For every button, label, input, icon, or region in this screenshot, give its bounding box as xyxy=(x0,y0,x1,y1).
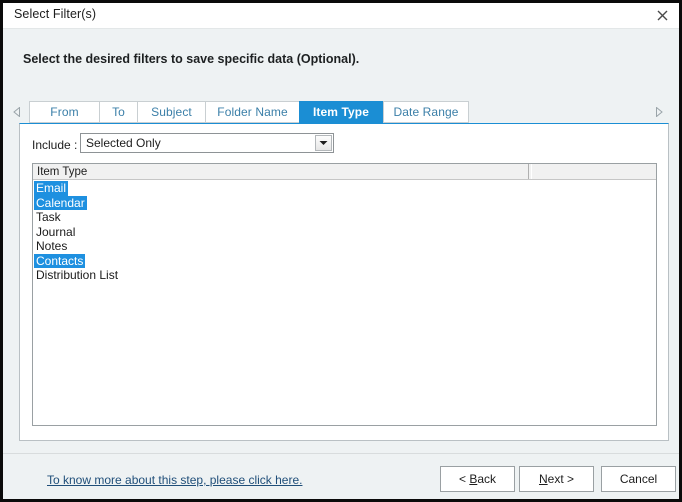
tab-subject[interactable]: Subject xyxy=(137,101,205,123)
back-button-label: < Back xyxy=(458,472,497,486)
list-item-label: Contacts xyxy=(34,253,86,268)
title-bar: Select Filter(s) xyxy=(3,3,679,29)
list-item[interactable]: Notes xyxy=(33,239,656,254)
filter-panel: Include : Selected Only Item Type Email … xyxy=(19,123,669,441)
include-label: Include : xyxy=(32,138,78,152)
include-selected-value: Selected Only xyxy=(86,136,161,150)
next-button[interactable]: Next > xyxy=(519,466,594,492)
list-item[interactable]: Calendar xyxy=(33,195,656,210)
window-title: Select Filter(s) xyxy=(14,7,97,21)
tab-label: From xyxy=(50,105,79,119)
cancel-button[interactable]: Cancel xyxy=(601,466,676,492)
tab-label: To xyxy=(112,105,125,119)
tab-folder-name[interactable]: Folder Name xyxy=(205,101,299,123)
tab-list: From To Subject Folder Name Item Type Da… xyxy=(29,101,469,123)
tab-from[interactable]: From xyxy=(29,101,99,123)
column-header-blank[interactable] xyxy=(531,164,656,179)
tab-label: Item Type xyxy=(312,105,370,119)
close-icon[interactable] xyxy=(651,6,673,26)
tab-label: Folder Name xyxy=(217,105,288,119)
tab-strip: From To Subject Folder Name Item Type Da… xyxy=(13,101,667,123)
list-item-label: Notes xyxy=(36,239,68,253)
list-item[interactable]: Journal xyxy=(33,225,656,240)
tab-date-range[interactable]: Date Range xyxy=(383,101,469,123)
dialog-body: Select the desired filters to save speci… xyxy=(3,29,679,499)
column-header-item-type[interactable]: Item Type xyxy=(37,164,87,179)
chevron-down-icon[interactable] xyxy=(315,135,332,151)
footer-divider xyxy=(3,453,679,454)
tab-item-type[interactable]: Item Type xyxy=(299,101,383,123)
list-item-label: Distribution List xyxy=(36,268,119,282)
back-button[interactable]: < Back xyxy=(440,466,515,492)
item-type-listbox[interactable]: Item Type Email Calendar Task Journal No… xyxy=(32,163,657,426)
list-items: Email Calendar Task Journal Notes Contac… xyxy=(33,180,656,283)
chevron-left-icon[interactable] xyxy=(13,104,25,120)
list-item[interactable]: Distribution List xyxy=(33,268,656,283)
list-item[interactable]: Task xyxy=(33,210,656,225)
tab-label: Date Range xyxy=(393,105,459,119)
select-filters-dialog: Select Filter(s) Select the desired filt… xyxy=(0,0,682,502)
list-item-label: Journal xyxy=(36,224,76,239)
list-item-label: Email xyxy=(34,181,69,196)
list-item-label: Task xyxy=(36,210,61,224)
include-dropdown[interactable]: Selected Only xyxy=(80,133,334,153)
instruction-text: Select the desired filters to save speci… xyxy=(23,52,360,66)
help-link[interactable]: To know more about this step, please cli… xyxy=(47,473,302,487)
tab-to[interactable]: To xyxy=(99,101,137,123)
next-button-label: Next > xyxy=(538,472,575,486)
list-item[interactable]: Email xyxy=(33,181,656,196)
list-item[interactable]: Contacts xyxy=(33,253,656,268)
list-item-label: Calendar xyxy=(34,195,87,210)
tab-label: Subject xyxy=(151,105,192,119)
list-header-row: Item Type xyxy=(33,164,656,180)
chevron-right-icon[interactable] xyxy=(655,104,667,120)
